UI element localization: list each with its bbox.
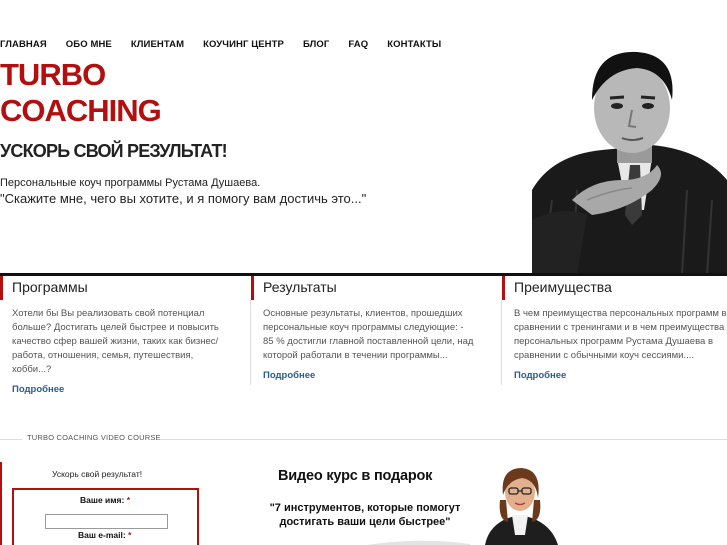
logo-line-2: COACHING bbox=[0, 93, 162, 128]
nav-item-home[interactable]: ГЛАВНАЯ bbox=[0, 39, 47, 50]
nav-item-clients[interactable]: КЛИЕНТАМ bbox=[131, 39, 184, 50]
nav-item-contacts[interactable]: КОНТАКТЫ bbox=[387, 39, 441, 50]
logo-line-1: TURBO bbox=[0, 57, 106, 92]
subscribe-title: Ускорь свой результат! bbox=[52, 469, 143, 479]
nav-item-blog[interactable]: БЛОГ bbox=[303, 39, 329, 50]
name-input[interactable] bbox=[45, 514, 168, 529]
promo-quote: "7 инструментов, которые помогут достига… bbox=[269, 502, 461, 528]
hero-quote: "Скажите мне, чего вы хотите, и я помогу… bbox=[0, 191, 367, 206]
site-logo[interactable]: TURBO COACHING bbox=[0, 57, 162, 129]
results-text: Основные результаты, клиентов, прошедших… bbox=[263, 308, 474, 361]
course-divider-right bbox=[160, 439, 727, 440]
nav-item-about[interactable]: ОБО МНЕ bbox=[66, 39, 112, 50]
hero-intro: Персональные коуч программы Рустама Душа… bbox=[0, 177, 261, 189]
advantages-text: В чем преимущества персональных программ… bbox=[514, 308, 727, 361]
programs-heading: Программы bbox=[0, 276, 240, 300]
promo-swoosh bbox=[350, 535, 470, 545]
main-nav: ГЛАВНАЯ ОБО МНЕ КЛИЕНТАМ КОУЧИНГ ЦЕНТР Б… bbox=[0, 39, 460, 50]
advantages-heading: Преимущества bbox=[502, 276, 727, 300]
programs-column: Программы Хотели бы Вы реализовать свой … bbox=[0, 276, 240, 397]
results-more-link[interactable]: Подробнее bbox=[251, 370, 315, 381]
name-label: Ваше имя: * bbox=[80, 495, 131, 505]
course-divider-left bbox=[0, 439, 22, 440]
nav-item-faq[interactable]: FAQ bbox=[348, 39, 368, 50]
programs-text: Хотели бы Вы реализовать свой потенциал … bbox=[12, 308, 219, 375]
promo-title: Видео курс в подарок bbox=[278, 468, 433, 484]
email-label: Ваш e-mail: * bbox=[78, 530, 132, 540]
advantages-more-link[interactable]: Подробнее bbox=[502, 370, 566, 381]
hero-tagline: УСКОРЬ СВОЙ РЕЗУЛЬТАТ! bbox=[0, 141, 228, 161]
coach-portrait bbox=[532, 40, 727, 275]
course-section-label: TURBO COACHING VIDEO COURSE bbox=[27, 433, 161, 442]
programs-more-link[interactable]: Подробнее bbox=[0, 384, 64, 395]
results-column: Результаты Основные результаты, клиентов… bbox=[251, 276, 491, 383]
results-heading: Результаты bbox=[251, 276, 491, 300]
promo-woman-image bbox=[470, 460, 570, 545]
nav-item-coaching-center[interactable]: КОУЧИНГ ЦЕНТР bbox=[203, 39, 284, 50]
advantages-column: Преимущества В чем преимущества персонал… bbox=[502, 276, 727, 383]
